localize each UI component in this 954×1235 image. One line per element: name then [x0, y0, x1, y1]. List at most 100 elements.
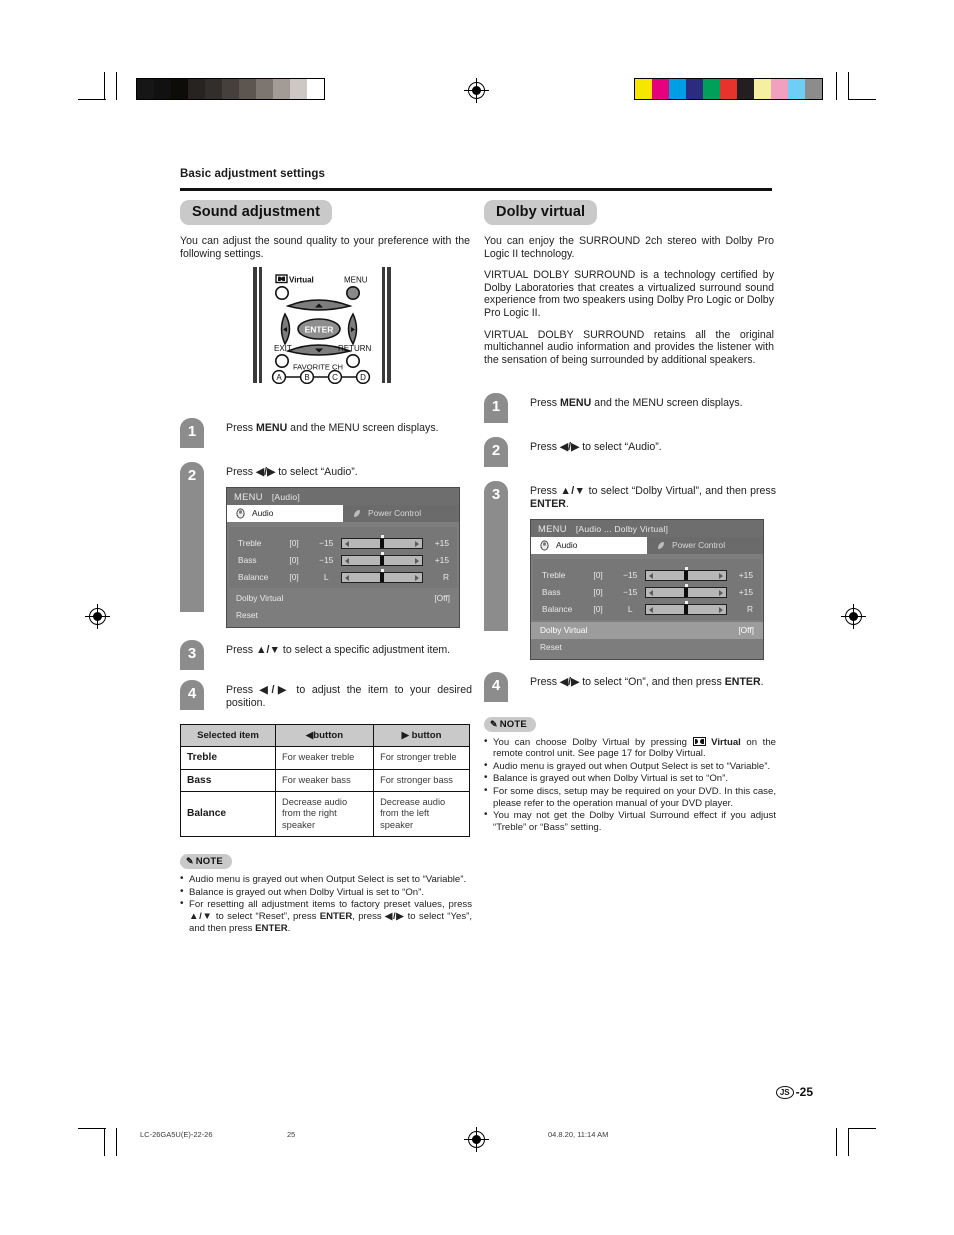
table-row: Bass For weaker bass For stronger bass — [180, 768, 470, 793]
step-number: 1 — [484, 393, 508, 423]
slider-knob[interactable] — [684, 570, 689, 580]
table-cell-item: Treble — [180, 746, 276, 770]
osd-range-high: +15 — [434, 555, 449, 566]
table-cell-description: Decrease audio from the left speaker — [373, 791, 470, 838]
section-title-dolby-virtual: Dolby virtual — [484, 200, 598, 225]
slider-right-arrow-icon — [719, 606, 724, 613]
note-item: You can choose Dolby Virtual by pressing… — [484, 736, 776, 760]
slider-center-marker — [380, 534, 384, 538]
slider-left-arrow-icon — [344, 557, 349, 564]
step-text: Press ◀/▶ to select “Audio”. — [530, 437, 776, 454]
step-number: 2 — [180, 462, 204, 612]
osd-range-low: −15 — [623, 570, 638, 581]
osd-row-balance[interactable]: Balance [0] L R — [229, 568, 457, 586]
note-item: Balance is grayed out when Dolby Virtual… — [180, 886, 472, 899]
step-keyword: ◀/▶ — [560, 441, 580, 453]
osd-tab-power-control[interactable]: Power Control — [343, 504, 459, 522]
slider-knob[interactable] — [684, 587, 689, 597]
osd-slider[interactable] — [644, 600, 728, 615]
folio-region-mark: JS — [775, 1085, 794, 1099]
slider-knob[interactable] — [380, 572, 385, 582]
step-text: Press MENU and the MENU screen displays. — [530, 393, 776, 410]
slider-center-marker — [380, 551, 384, 555]
exit-button-icon: EXIT — [274, 344, 292, 369]
virtual-button-name: Virtual — [705, 736, 741, 748]
slider-center-marker — [684, 566, 688, 570]
leaf-icon — [658, 541, 664, 549]
step-text: Press ◀/▶ to select “On”, and then press… — [530, 672, 776, 689]
osd-row-label: Balance — [238, 572, 269, 583]
folio-number: -25 — [795, 1085, 813, 1099]
step-text-post: to select “Audio”. — [579, 441, 662, 453]
osd-row-value: [0] — [593, 604, 603, 615]
table-header-cell: ◀button — [274, 723, 375, 748]
footer-file-name: LC-26GA5U(E)-22-26 — [140, 1130, 213, 1139]
osd-breadcrumb: [Audio] — [271, 491, 300, 502]
step-number: 4 — [484, 671, 508, 702]
osd-tab-label: Audio — [252, 508, 274, 519]
osd-row-treble[interactable]: Treble [0] −15 +15 — [229, 534, 457, 552]
osd-tab-label: Power Control — [672, 540, 726, 551]
slider-right-arrow-icon — [415, 574, 420, 581]
step-4: 4 Press ◀/▶ to adjust the item to your d… — [180, 679, 472, 710]
osd-row-balance[interactable]: Balance [0] L R — [533, 600, 761, 618]
slider-left-arrow-icon — [648, 572, 653, 579]
cursor-left-button-icon — [280, 312, 291, 346]
osd-breadcrumb: [Audio ... Dolby Virtual] — [575, 523, 669, 534]
step-text-pre: Press — [530, 441, 561, 453]
svg-text:B: B — [304, 373, 309, 382]
table-cell-item: Bass — [180, 768, 276, 793]
osd-slider[interactable] — [644, 583, 728, 598]
osd-row-dolby-virtual[interactable]: Dolby Virtual [Off] — [227, 590, 459, 607]
step-text-pre: Press — [530, 485, 561, 497]
osd-slider[interactable] — [340, 551, 424, 566]
osd-body: Treble [0] −15 +15 Bass [0] −15 +15 Balance [0] L R… — [531, 553, 763, 659]
running-head: Basic adjustment settings — [180, 168, 326, 180]
table-header-row: Selected item ◀button ▶ button — [180, 723, 470, 748]
osd-slider[interactable] — [644, 566, 728, 581]
svg-text:C: C — [332, 373, 338, 382]
osd-row-treble[interactable]: Treble [0] −15 +15 — [533, 566, 761, 584]
osd-row-dolby-virtual[interactable]: Dolby Virtual [Off] — [531, 621, 763, 639]
enter-button-icon: ENTER — [297, 318, 341, 340]
osd-tab-audio[interactable]: Audio — [227, 504, 343, 522]
slider-left-arrow-icon — [648, 589, 653, 596]
step-keyword: ◀/▶ — [560, 675, 580, 688]
note-item: Audio menu is grayed out when Output Sel… — [484, 760, 776, 773]
osd-tab-label: Power Control — [368, 508, 422, 519]
step-1: 1 Press MENU and the MENU screen display… — [484, 393, 776, 423]
osd-tab-power-control[interactable]: Power Control — [647, 536, 763, 554]
osd-range-low: −15 — [319, 538, 334, 549]
osd-row-bass[interactable]: Bass [0] −15 +15 — [533, 583, 761, 601]
cursor-left-right-glyph: ◀/▶ — [384, 911, 405, 923]
osd-slider[interactable] — [340, 568, 424, 583]
right-column: Dolby virtual You can enjoy the SURROUND… — [484, 200, 774, 366]
note-item: Balance is grayed out when Dolby Virtual… — [484, 772, 776, 785]
menu-button-icon: MENU — [344, 276, 368, 300]
step-keyword: ◀/▶ — [256, 466, 276, 478]
osd-menu-audio-dolby-virtual: MENU [Audio ... Dolby Virtual] Audio Powe… — [530, 518, 764, 660]
osd-row-bass[interactable]: Bass [0] −15 +15 — [229, 551, 457, 569]
svg-text:A: A — [276, 373, 282, 382]
slider-knob[interactable] — [380, 555, 385, 565]
step-number: 4 — [180, 679, 204, 710]
step-2: 2 Press ◀/▶ to select “Audio”. — [484, 437, 776, 467]
table-cell-item: Balance — [180, 791, 276, 838]
left-note-block: ✎NOTE Audio menu is grayed out when Outp… — [180, 851, 472, 934]
osd-tab-audio[interactable]: Audio — [531, 536, 647, 554]
osd-row-reset[interactable]: Reset — [227, 607, 459, 627]
osd-row-reset[interactable]: Reset — [531, 639, 763, 659]
osd-range-low: L — [323, 572, 329, 583]
svg-text:D: D — [360, 373, 366, 382]
slider-knob[interactable] — [380, 538, 385, 548]
osd-row-value: [Off] — [738, 625, 754, 636]
osd-slider[interactable] — [340, 534, 424, 549]
svg-text:MENU: MENU — [344, 276, 368, 285]
slider-knob[interactable] — [684, 604, 689, 614]
osd-row-label: Bass — [542, 587, 561, 598]
osd-range-low: −15 — [319, 555, 334, 566]
footer-timestamp: 04.8.20, 11:14 AM — [548, 1130, 609, 1139]
osd-range-high: +15 — [434, 538, 449, 549]
cursor-right-button-icon — [347, 312, 358, 346]
step-text-post: to select “On”, and then press — [579, 675, 725, 688]
